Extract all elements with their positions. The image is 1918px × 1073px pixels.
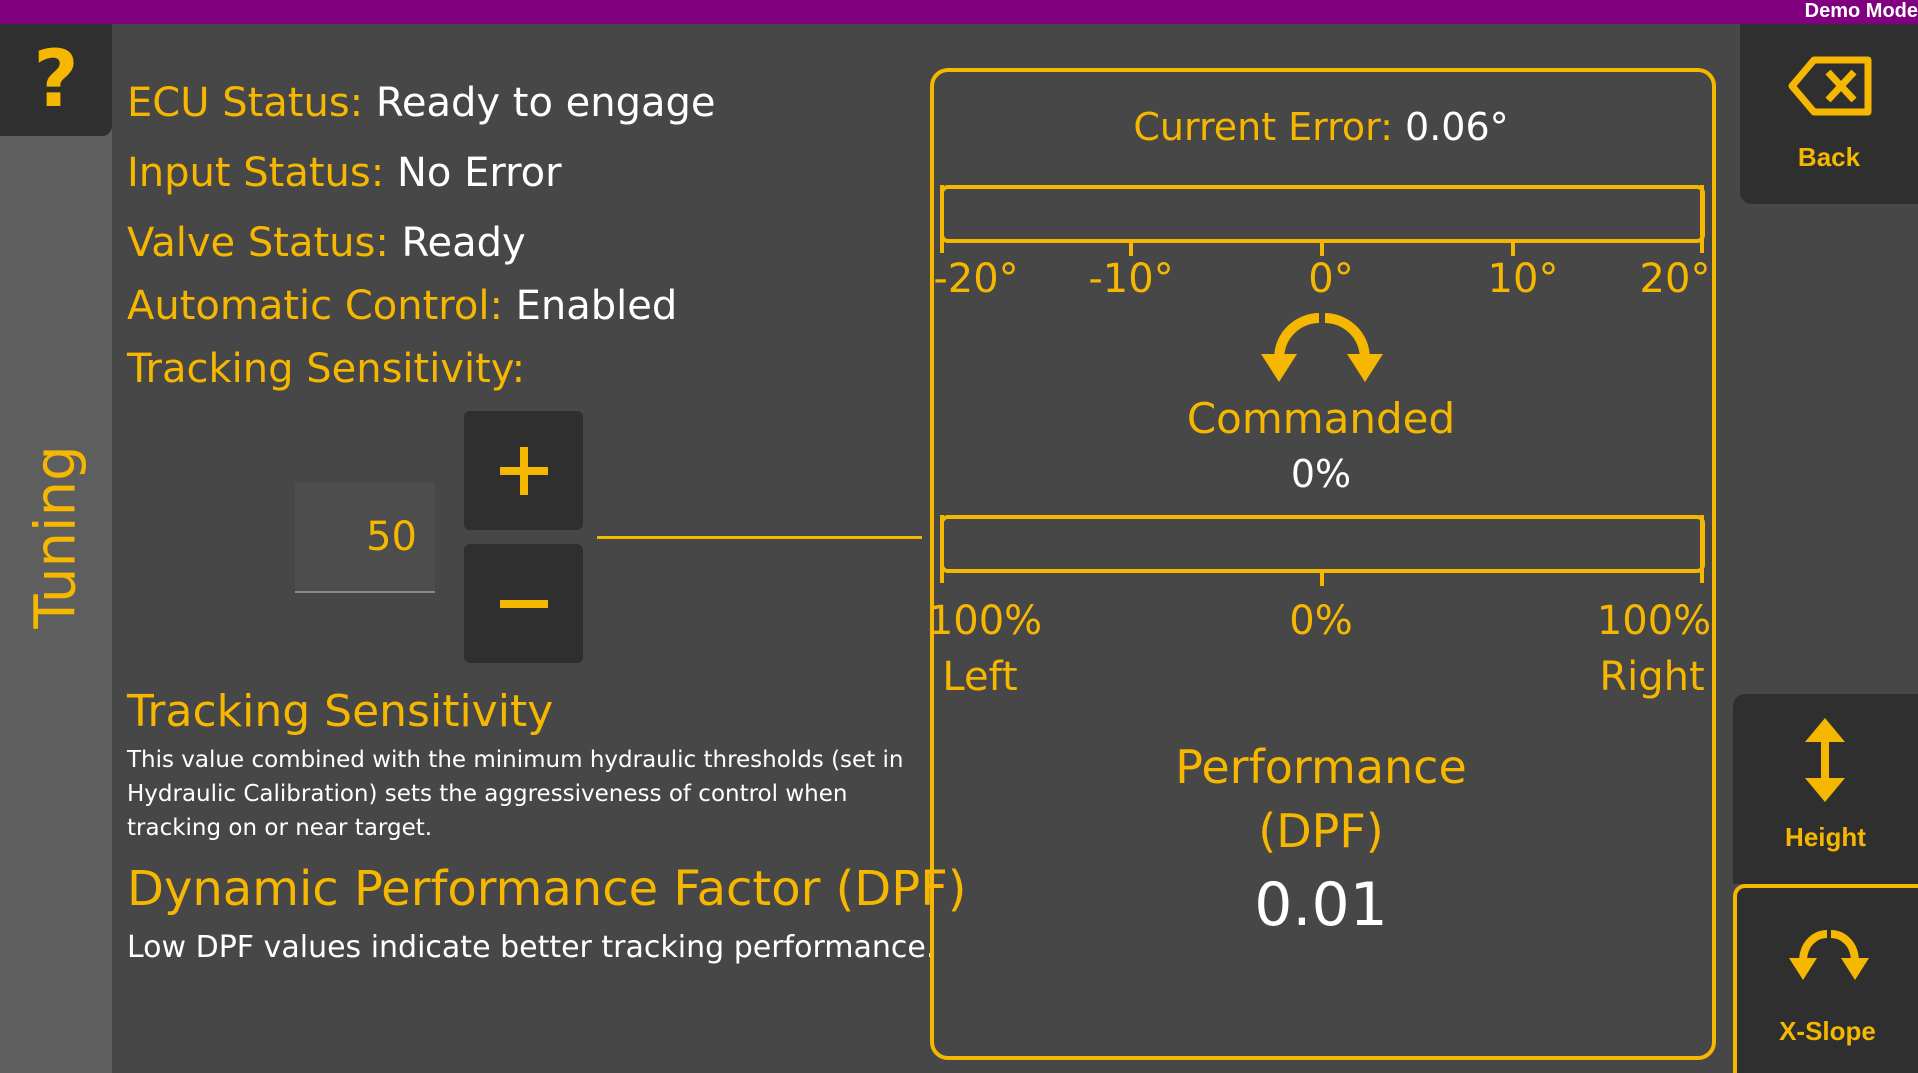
rotate-arrows-icon xyxy=(1261,313,1383,382)
current-error: Current Error: 0.06° xyxy=(1133,105,1508,149)
height-label: Height xyxy=(1785,822,1866,852)
performance-sublabel: (DPF) xyxy=(1258,804,1384,858)
decrease-sensitivity-button[interactable] xyxy=(464,544,583,663)
commanded-right-label: Right xyxy=(1599,654,1705,700)
valve-status: Valve Status: Ready xyxy=(127,220,526,266)
ecu-status: ECU Status: Ready to engage xyxy=(127,80,716,126)
vertical-arrows-icon xyxy=(1805,718,1845,802)
commanded-label: Commanded xyxy=(1186,394,1456,443)
error-tick xyxy=(1700,185,1704,253)
tracking-sensitivity-status: Tracking Sensitivity: xyxy=(127,346,525,392)
error-tick xyxy=(1320,240,1324,256)
commanded-scale-label: 100% xyxy=(1596,598,1712,644)
input-status-key: Input Status: xyxy=(127,150,385,196)
commanded-tick xyxy=(1320,570,1324,586)
commanded-scale-label: 100% xyxy=(927,598,1043,644)
error-scale-label: 10° xyxy=(1487,256,1559,302)
error-scale-label: -20° xyxy=(933,256,1019,302)
dpf-description: Low DPF values indicate better tracking … xyxy=(127,930,936,965)
tracking-sensitivity-key: Tracking Sensitivity: xyxy=(127,346,526,392)
top-bar: Demo Mode xyxy=(0,0,1918,24)
help-button[interactable]: ? xyxy=(0,24,112,136)
dpf-heading: Dynamic Performance Factor (DPF) xyxy=(127,861,967,917)
commanded-bar xyxy=(940,515,1705,573)
automatic-control-status: Automatic Control: Enabled xyxy=(127,283,677,329)
backspace-x-icon xyxy=(1788,56,1872,116)
height-button[interactable]: Height xyxy=(1733,694,1918,884)
valve-status-key: Valve Status: xyxy=(127,220,389,266)
increase-sensitivity-button[interactable] xyxy=(464,411,583,530)
current-error-key: Current Error: xyxy=(1133,105,1393,149)
input-status: Input Status: No Error xyxy=(127,150,562,196)
minus-icon xyxy=(499,599,548,608)
error-scale-label: 0° xyxy=(1308,256,1354,302)
ecu-status-key: ECU Status: xyxy=(127,80,364,126)
error-scale-label: -10° xyxy=(1088,256,1174,302)
commanded-tick xyxy=(940,515,944,583)
demo-mode-label: Demo Mode xyxy=(1804,0,1918,22)
tracking-sensitivity-heading: Tracking Sensitivity xyxy=(127,686,554,737)
input-status-value: No Error xyxy=(396,150,562,196)
current-error-value: 0.06° xyxy=(1405,105,1509,149)
x-slope-button[interactable]: X-Slope xyxy=(1733,884,1918,1073)
back-button[interactable]: Back xyxy=(1740,24,1918,204)
x-slope-label: X-Slope xyxy=(1779,1016,1876,1046)
automatic-control-value: Enabled xyxy=(515,283,678,329)
ecu-status-value: Ready to engage xyxy=(375,80,716,126)
commanded-scale-label: 0% xyxy=(1289,598,1353,644)
error-tick xyxy=(940,185,944,253)
rotate-arrows-icon xyxy=(1789,930,1869,980)
performance-value: 0.01 xyxy=(1254,870,1388,940)
commanded-tick xyxy=(1700,515,1704,583)
tracking-sensitivity-description: This value combined with the minimum hyd… xyxy=(127,747,904,841)
automatic-control-key: Automatic Control: xyxy=(127,283,503,329)
error-tick xyxy=(1129,240,1133,256)
error-scale-label: 20° xyxy=(1639,256,1711,302)
error-bar xyxy=(940,185,1705,243)
performance-label: Performance xyxy=(1175,740,1467,794)
sensitivity-value-field[interactable]: 50 xyxy=(295,482,435,593)
commanded-left-label: Left xyxy=(942,654,1018,700)
error-tick xyxy=(1511,240,1515,256)
help-icon: ? xyxy=(33,35,79,125)
connector-line xyxy=(597,536,922,539)
back-label: Back xyxy=(1797,142,1861,172)
valve-status-value: Ready xyxy=(401,220,526,266)
section-label-tuning: Tuning xyxy=(23,445,89,629)
plus-icon xyxy=(499,446,548,495)
commanded-value: 0% xyxy=(1290,452,1352,496)
